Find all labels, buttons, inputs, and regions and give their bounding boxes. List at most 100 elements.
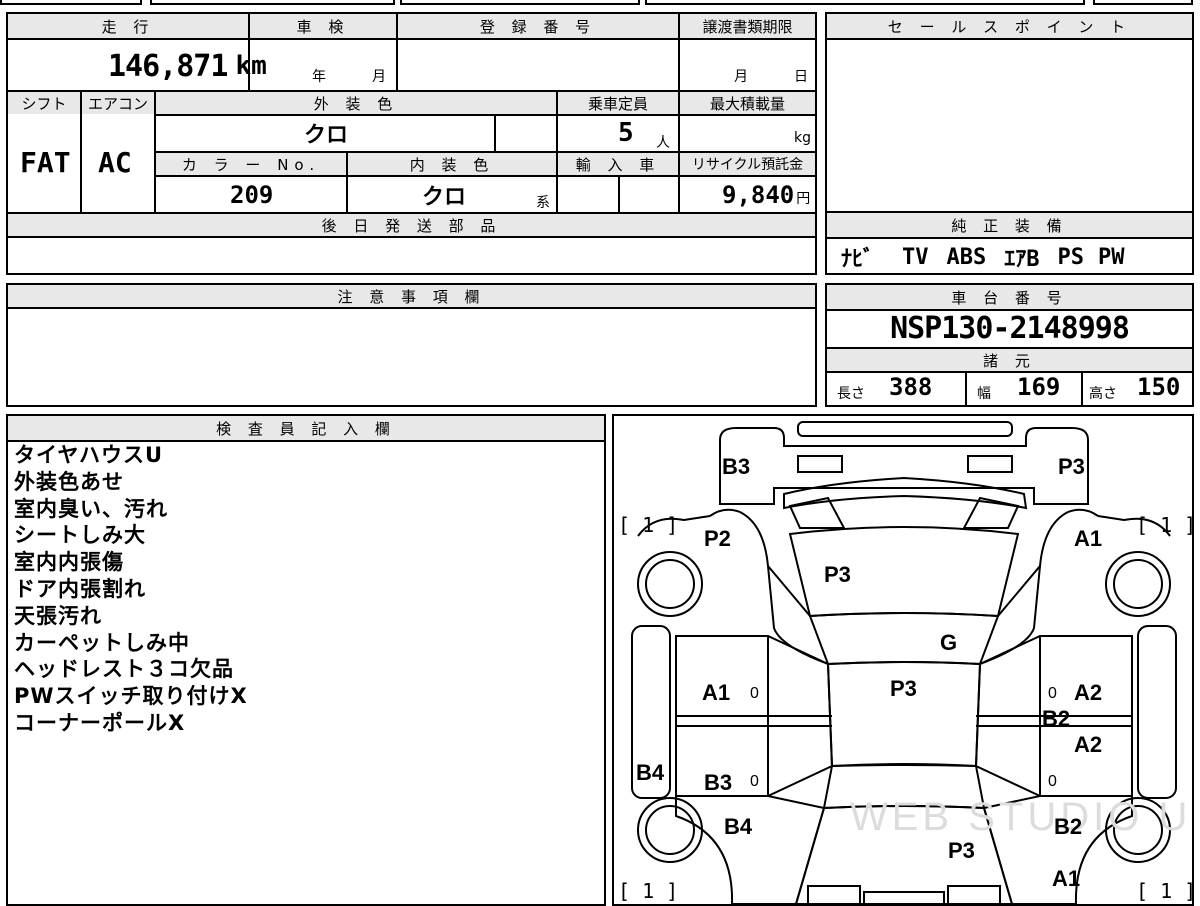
mileage-unit: km bbox=[235, 51, 267, 81]
caution-label: 注 意 事 項 欄 bbox=[8, 285, 815, 307]
fog-lamp-left-shape bbox=[797, 455, 843, 473]
inspector-note: ドア内張割れ bbox=[14, 576, 146, 601]
mileage-value: 146,871 bbox=[108, 48, 228, 84]
inspector-note: タイヤハウスU bbox=[14, 443, 164, 467]
shift-value: FAT bbox=[20, 145, 71, 179]
equipment-item: TV bbox=[902, 244, 929, 270]
capacity-unit: 人 bbox=[656, 135, 670, 151]
recycle-fee-value: 9,840 bbox=[722, 181, 795, 209]
interior-color-value: クロ bbox=[422, 185, 467, 210]
capacity-value: 5 bbox=[618, 118, 634, 148]
damage-left-rocker: B4 bbox=[636, 760, 665, 785]
equipment-item: PW bbox=[1098, 244, 1125, 270]
recycle-fee-value-cell: 9,840 円 bbox=[722, 180, 810, 210]
tire-rear-right-mark: [ 1 ] bbox=[1136, 879, 1192, 903]
transfer-deadline-label: 譲渡書類期限 bbox=[680, 14, 815, 38]
equipment-item: ｴｱB bbox=[1004, 247, 1040, 272]
mileage-value-cell: 146,871 km bbox=[108, 44, 267, 88]
equipment-item: PS bbox=[1057, 244, 1085, 270]
caution-box: 注 意 事 項 欄 bbox=[6, 283, 817, 407]
shift-label: シフト bbox=[8, 92, 80, 114]
windshield-shape bbox=[808, 612, 1000, 666]
max-load-label: 最大積載量 bbox=[680, 92, 815, 114]
height-value: 150 bbox=[1137, 373, 1181, 401]
damage-roof: P3 bbox=[890, 676, 917, 701]
inspection-label: 車 検 bbox=[250, 14, 396, 38]
spec-table: 走 行 車 検 登 録 番 号 譲渡書類期限 146,871 km 年 月 月 … bbox=[6, 12, 817, 275]
genuine-equipment-label: 純 正 装 備 bbox=[827, 213, 1192, 237]
inspector-note: 室内内張傷 bbox=[14, 550, 124, 575]
damage-right-rear-door: A2 bbox=[1074, 732, 1102, 757]
car-diagram: WEB STUDIO U [ 1 ] [ 1 ] [ 1 ] [ 1 ] B3 … bbox=[618, 421, 1192, 904]
color-no-label: カ ラ ー No. bbox=[156, 153, 346, 175]
inspector-note: 室内臭い、汚れ bbox=[14, 496, 168, 521]
inspector-notes-list: タイヤハウスU 外装色あせ 室内臭い、汚れ シートしみ大 室内内張傷 ドア内張割… bbox=[14, 442, 248, 737]
inspector-box: 検 査 員 記 入 欄 タイヤハウスU 外装色あせ 室内臭い、汚れ シートしみ大… bbox=[6, 414, 606, 906]
capacity-label: 乗車定員 bbox=[558, 92, 678, 114]
chassis-no-value: NSP130-2148998 bbox=[890, 311, 1130, 346]
inspector-note: シートしみ大 bbox=[14, 523, 146, 548]
damage-right-front-door-zero: 0 bbox=[1048, 685, 1057, 702]
damage-right-front-fender: A1 bbox=[1074, 526, 1102, 551]
tire-front-right-mark: [ 1 ] bbox=[1136, 513, 1192, 537]
sales-point-box: セ ー ル ス ポ イ ン ト bbox=[825, 12, 1194, 213]
chassis-specs-box: 車 台 番 号 NSP130-2148998 諸 元 長さ 388 幅 169 … bbox=[825, 283, 1194, 407]
top-cutoff-strip bbox=[0, 0, 1200, 6]
tire-rear-left-mark: [ 1 ] bbox=[618, 879, 678, 903]
rear-plate-shape bbox=[863, 891, 945, 904]
damage-windshield: G bbox=[940, 630, 957, 655]
deadline-month-unit: 月 bbox=[734, 69, 748, 85]
front-plate-shape bbox=[797, 421, 1013, 437]
color-no-value: 209 bbox=[230, 181, 274, 209]
rear-lamp-right-shape bbox=[947, 885, 1001, 904]
inspector-note: ヘッドレスト３コ欠品 bbox=[14, 657, 234, 682]
inspector-label: 検 査 員 記 入 欄 bbox=[8, 416, 604, 440]
front-bumper-shape bbox=[719, 427, 1089, 505]
damage-left-rear-door-zero: 0 bbox=[750, 773, 759, 790]
damage-rear-bumper-right: A1 bbox=[1052, 866, 1080, 891]
equipment-item: ﾅﾋﾞ bbox=[841, 247, 875, 272]
left-rear-fender-shape bbox=[675, 795, 826, 904]
damage-bonnet: P3 bbox=[824, 562, 851, 587]
width-label: 幅 bbox=[977, 386, 991, 402]
damage-right-front-door: A2 bbox=[1074, 680, 1102, 705]
damage-left-front-door-zero: 0 bbox=[750, 685, 759, 702]
damage-right-rear-fender: B2 bbox=[1054, 814, 1082, 839]
inspection-year-unit: 年 bbox=[312, 69, 326, 85]
recycle-fee-label: リサイクル預託金 bbox=[680, 153, 815, 175]
aircon-label: エアコン bbox=[82, 92, 154, 114]
length-label: 長さ bbox=[837, 386, 865, 402]
recycle-fee-unit: 円 bbox=[796, 191, 811, 207]
equipment-list: ﾅﾋﾞ TV ABS ｴｱB PS PW bbox=[841, 241, 1125, 273]
inspector-note: 外装色あせ bbox=[14, 469, 124, 494]
front-left-wheel-shape bbox=[637, 551, 703, 617]
damage-right-rear-door-zero: 0 bbox=[1048, 773, 1057, 790]
inspector-note: PWスイッチ取り付けX bbox=[14, 684, 248, 709]
inspector-note: コーナーポールX bbox=[14, 710, 186, 735]
import-label: 輸 入 車 bbox=[558, 153, 678, 175]
right-rocker-shape bbox=[1137, 625, 1177, 799]
damage-left-front-fender: P2 bbox=[704, 526, 731, 551]
damage-left-rear-fender: B4 bbox=[724, 814, 753, 839]
damage-left-rear-door: B3 bbox=[704, 770, 732, 795]
specs-label: 諸 元 bbox=[827, 349, 1192, 371]
deadline-day-unit: 日 bbox=[794, 69, 808, 85]
damage-right-pillar: B2 bbox=[1042, 706, 1070, 731]
aircon-value: AC bbox=[98, 145, 132, 179]
genuine-equipment-box: 純 正 装 備 ﾅﾋﾞ TV ABS ｴｱB PS PW bbox=[825, 211, 1194, 275]
inspector-note: カーペットしみ中 bbox=[14, 630, 190, 655]
damage-front-bumper-left: B3 bbox=[722, 454, 750, 479]
headlight-band-shape bbox=[783, 476, 1028, 510]
exterior-color-value: クロ bbox=[304, 123, 349, 148]
inspector-note: 天張汚れ bbox=[14, 603, 102, 628]
interior-color-suffix: 系 bbox=[536, 195, 550, 211]
chassis-no-label: 車 台 番 号 bbox=[827, 285, 1192, 309]
interior-color-label: 内 装 色 bbox=[348, 153, 556, 175]
watermark: WEB STUDIO U bbox=[850, 795, 1191, 839]
damage-trunk: P3 bbox=[948, 838, 975, 863]
damage-left-front-door: A1 bbox=[702, 680, 730, 705]
max-load-unit: kg bbox=[794, 130, 811, 146]
rear-lamp-left-shape bbox=[807, 885, 861, 904]
fog-lamp-right-shape bbox=[967, 455, 1013, 473]
equipment-item: ABS bbox=[946, 244, 987, 270]
